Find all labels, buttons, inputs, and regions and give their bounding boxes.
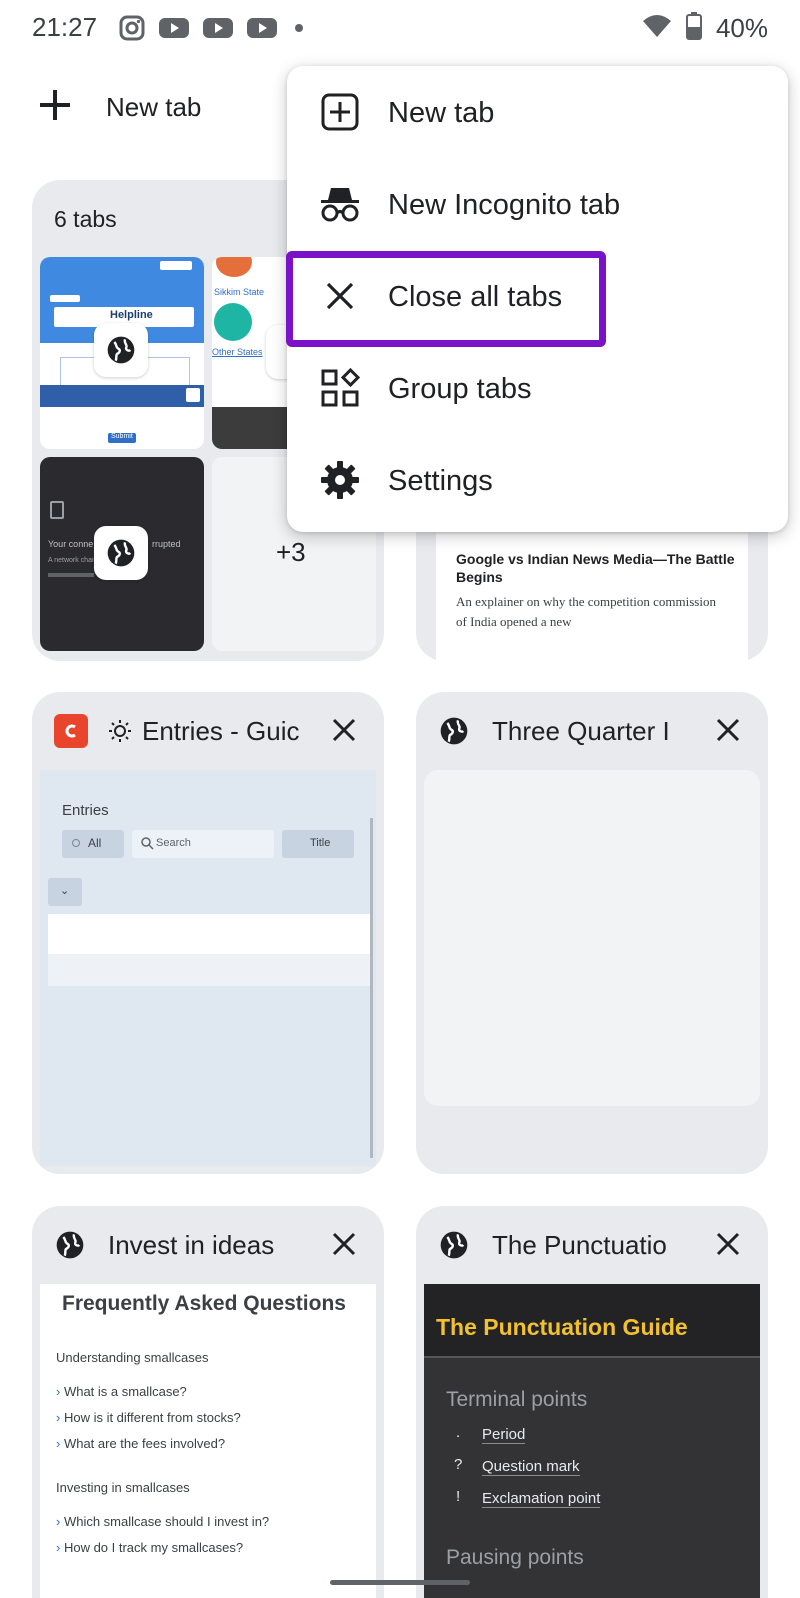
punctuation-section: Pausing points xyxy=(446,1546,584,1569)
faq-question: › What are the fees involved? xyxy=(56,1436,226,1451)
filter-label: All xyxy=(88,836,102,850)
blank-thumbnail xyxy=(424,770,760,1106)
gear-icon xyxy=(319,459,361,501)
youtube-icon xyxy=(202,16,234,45)
sun-icon xyxy=(108,719,132,748)
news-snippet: An explainer on why the competition comm… xyxy=(456,594,716,629)
faq-question: › How do I track my smallcases? xyxy=(56,1540,244,1555)
youtube-icon xyxy=(158,16,190,45)
faq-thumbnail: Frequently Asked Questions Understanding… xyxy=(40,1284,376,1598)
globe-icon xyxy=(54,1229,86,1266)
plus-icon xyxy=(38,88,72,127)
news-thumbnail: Google vs Indian News Media—The Battle B… xyxy=(436,520,748,661)
incognito-icon xyxy=(319,183,361,225)
tab-group-title: 6 tabs xyxy=(54,206,117,232)
highlight-annotation xyxy=(286,251,606,347)
battery-percent: 40% xyxy=(715,13,768,43)
faq-question: › How is it different from stocks? xyxy=(56,1410,241,1425)
tab-card-punctuation[interactable]: The Punctuatio The Punctuation Guide Ter… xyxy=(416,1206,768,1598)
connection-text-right: rrupted xyxy=(152,539,181,549)
group-tabs-icon xyxy=(319,367,361,409)
punctuation-thumbnail: The Punctuation Guide Terminal points . … xyxy=(424,1284,760,1598)
search-placeholder: Search xyxy=(156,837,191,849)
menu-item-new-incognito-tab[interactable]: New Incognito tab xyxy=(287,158,788,250)
sikkim-text: Sikkim State xyxy=(214,287,265,297)
tab-card-three-quarter[interactable]: Three Quarter I xyxy=(416,692,768,1174)
menu-label: New tab xyxy=(388,97,495,129)
filter-dropdown: All xyxy=(62,830,124,858)
punctuation-symbol: ! xyxy=(456,1488,461,1505)
wifi-icon xyxy=(642,13,672,44)
sort-label: Title xyxy=(310,837,331,849)
close-tab-button[interactable] xyxy=(710,712,746,748)
menu-label: New Incognito tab xyxy=(388,189,621,221)
new-tab-label: New tab xyxy=(106,92,202,122)
globe-icon xyxy=(94,526,148,580)
globe-icon xyxy=(438,715,470,752)
faq-section: Investing in smallcases xyxy=(56,1480,190,1495)
menu-label: Settings xyxy=(388,465,493,497)
menu-item-settings[interactable]: Settings xyxy=(287,434,788,526)
sort-dropdown: Title xyxy=(282,830,354,858)
news-headline: Google vs Indian News Media—The Battle B… xyxy=(456,551,735,585)
faq-question: › Which smallcase should I invest in? xyxy=(56,1514,270,1529)
faq-section: Understanding smallcases xyxy=(56,1350,209,1365)
tab-title: The Punctuatio xyxy=(492,1230,667,1260)
helpline-text: Helpline xyxy=(110,309,153,321)
gesture-nav-handle[interactable] xyxy=(330,1580,470,1585)
c-app-icon xyxy=(54,714,88,748)
dot-icon xyxy=(290,16,308,45)
system-icons: 40% xyxy=(642,12,768,45)
tab-title: Entries - Guic xyxy=(142,716,300,746)
punctuation-section: Terminal points xyxy=(446,1388,588,1411)
add-box-icon xyxy=(319,91,361,133)
entries-heading: Entries xyxy=(62,802,109,819)
other-states-text: Other States xyxy=(212,347,263,357)
menu-item-group-tabs[interactable]: Group tabs xyxy=(287,342,788,434)
status-time: 21:27 xyxy=(32,12,98,42)
tab-title: Three Quarter I xyxy=(492,716,670,746)
battery-icon xyxy=(685,12,702,45)
instagram-icon xyxy=(118,14,146,47)
status-bar: 21:27 40% xyxy=(0,0,800,60)
globe-icon xyxy=(94,323,148,377)
punctuation-banner: The Punctuation Guide xyxy=(436,1314,688,1340)
search-field: Search xyxy=(132,830,274,858)
faq-heading: Frequently Asked Questions xyxy=(62,1292,346,1315)
connection-text-left: Your conne xyxy=(48,539,94,549)
tab-card-invest[interactable]: Invest in ideas Frequently Asked Questio… xyxy=(32,1206,384,1598)
tab-title: Invest in ideas xyxy=(108,1230,275,1260)
youtube-icon xyxy=(246,16,278,45)
entries-thumbnail: Entries All Search Title ⌄ xyxy=(40,770,376,1166)
menu-label: Group tabs xyxy=(388,373,532,405)
faq-question: › What is a smallcase? xyxy=(56,1384,187,1399)
punctuation-link: Question mark xyxy=(482,1458,580,1476)
punctuation-link: Period xyxy=(482,1426,526,1444)
notification-icons xyxy=(118,14,308,47)
search-icon xyxy=(140,836,154,855)
close-tab-button[interactable] xyxy=(326,712,362,748)
submit-text: Submit xyxy=(111,433,133,440)
punctuation-link: Exclamation point xyxy=(482,1490,601,1508)
punctuation-symbol: ? xyxy=(454,1456,463,1473)
new-tab-button[interactable]: New tab xyxy=(38,88,201,127)
overflow-count: +3 xyxy=(276,537,306,567)
globe-icon xyxy=(438,1229,470,1266)
tab-card-entries[interactable]: Entries - Guic Entries All Search Title … xyxy=(32,692,384,1174)
close-tab-button[interactable] xyxy=(326,1226,362,1262)
menu-item-new-tab[interactable]: New tab xyxy=(287,66,788,158)
expand-toggle: ⌄ xyxy=(48,878,82,906)
close-tab-button[interactable] xyxy=(710,1226,746,1262)
punctuation-symbol: . xyxy=(456,1424,461,1441)
